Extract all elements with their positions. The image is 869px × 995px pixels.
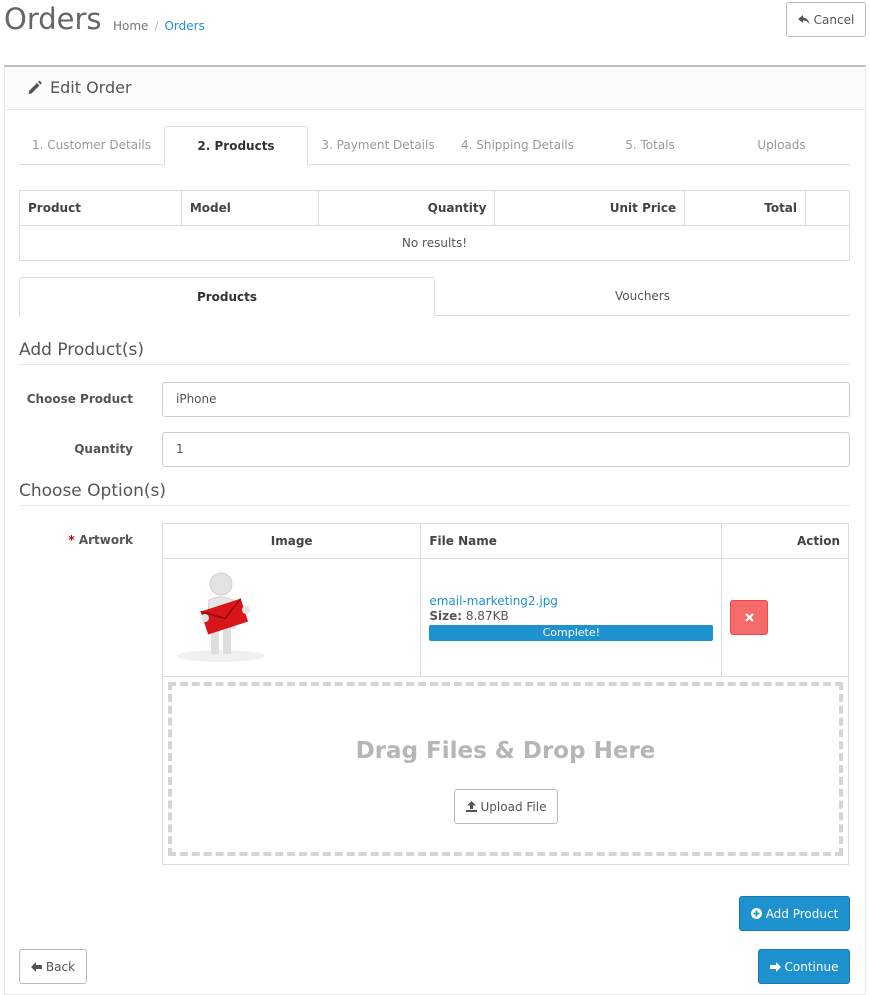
file-size-label: Size: [429,609,463,623]
tab-shipping-details[interactable]: 4. Shipping Details [448,126,587,165]
action-cell [721,558,849,677]
upload-progress-bar: Complete! [429,625,714,641]
add-products-legend: Add Product(s) [19,340,850,365]
upload-header-row: Image File Name Action [161,523,849,559]
quantity-label: Quantity [74,442,133,456]
choose-product-label: Choose Product [26,392,133,406]
tab-vouchers[interactable]: Vouchers [435,277,850,316]
image-cell [161,558,422,677]
choose-product-input[interactable]: iPhone [162,382,850,417]
upload-file-label: Upload File [480,799,547,814]
close-icon [745,613,754,622]
quantity-input[interactable]: 1 [162,432,850,467]
artwork-label: * Artwork [19,533,133,547]
tab-uploads[interactable]: Uploads [713,126,850,165]
tab-payment-details[interactable]: 3. Payment Details [308,126,448,165]
file-size-value: 8.87KB [465,609,509,623]
continue-button[interactable]: Continue [758,949,850,984]
remove-file-button[interactable] [730,600,769,635]
upload-file-row: email-marketing2.jpg Size: 8.87KB Comple… [161,558,849,677]
panel-heading: Edit Order [5,67,865,110]
upload-file-button[interactable]: Upload File [454,789,558,824]
col-image: Image [161,523,422,559]
panel-title: Edit Order [50,78,132,97]
breadcrumb-orders[interactable]: Orders [164,19,204,33]
continue-label: Continue [784,959,839,974]
choose-options-legend: Choose Option(s) [19,481,850,506]
page-title: Orders [4,2,102,36]
cart-products-table: Product Model Quantity Unit Price Total … [19,190,850,261]
col-quantity: Quantity [317,190,496,226]
cancel-label: Cancel [813,12,855,27]
upload-icon [465,801,477,812]
col-action [805,190,850,226]
drop-zone-text: Drag Files & Drop Here [355,738,656,764]
back-label: Back [45,959,76,974]
product-voucher-tabs: Products Vouchers [19,277,850,316]
order-tabs: 1. Customer Details 2. Products 3. Payme… [19,126,850,165]
col-model: Model [180,190,319,226]
breadcrumb-home[interactable]: Home [113,19,148,33]
artwork-label-text: Artwork [78,533,133,547]
plus-circle-icon [750,908,762,919]
col-action: Action [721,523,849,559]
add-product-button[interactable]: Add Product [739,896,850,931]
table-row: No results! [19,225,850,261]
file-name-link[interactable]: email-marketing2.jpg [429,594,720,608]
add-product-label: Add Product [765,906,839,921]
required-mark: * [68,533,75,547]
arrow-right-icon [769,961,781,972]
tab-sub-products[interactable]: Products [19,277,435,316]
reply-icon [797,14,810,24]
breadcrumb: Home / Orders [113,19,205,33]
col-total: Total [684,190,807,226]
table-header-row: Product Model Quantity Unit Price Total [19,190,850,226]
cancel-button[interactable]: Cancel [786,2,866,37]
tab-totals[interactable]: 5. Totals [587,126,713,165]
arrow-left-icon [30,961,42,972]
col-file-name: File Name [420,523,723,559]
empty-results: No results! [19,225,850,261]
pencil-icon [28,80,42,94]
drop-zone[interactable] [168,682,843,856]
col-unit-price: Unit Price [494,190,686,226]
file-thumbnail [171,570,271,662]
tab-customer-details[interactable]: 1. Customer Details [19,126,164,165]
col-product: Product [19,190,182,226]
file-size: Size: 8.87KB [429,609,720,623]
back-button[interactable]: Back [19,949,87,984]
tab-products[interactable]: 2. Products [164,126,308,165]
file-name-cell: email-marketing2.jpg Size: 8.87KB Comple… [420,558,723,677]
